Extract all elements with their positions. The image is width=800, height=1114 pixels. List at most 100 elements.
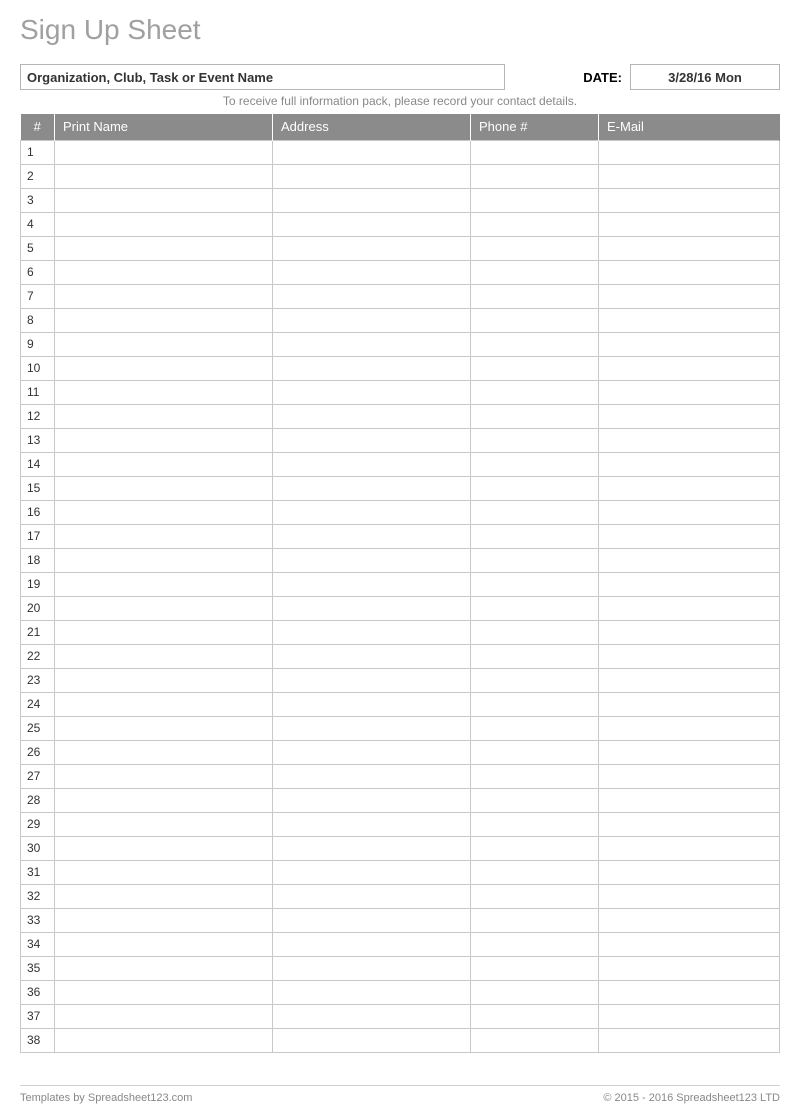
- cell-name[interactable]: [55, 980, 273, 1004]
- cell-name[interactable]: [55, 260, 273, 284]
- cell-name[interactable]: [55, 332, 273, 356]
- cell-email[interactable]: [599, 188, 780, 212]
- cell-name[interactable]: [55, 140, 273, 164]
- cell-phone[interactable]: [471, 140, 599, 164]
- cell-name[interactable]: [55, 452, 273, 476]
- cell-email[interactable]: [599, 500, 780, 524]
- cell-addr[interactable]: [273, 428, 471, 452]
- cell-addr[interactable]: [273, 836, 471, 860]
- cell-addr[interactable]: [273, 476, 471, 500]
- cell-phone[interactable]: [471, 524, 599, 548]
- cell-addr[interactable]: [273, 236, 471, 260]
- cell-name[interactable]: [55, 932, 273, 956]
- cell-email[interactable]: [599, 452, 780, 476]
- cell-email[interactable]: [599, 860, 780, 884]
- cell-phone[interactable]: [471, 572, 599, 596]
- cell-name[interactable]: [55, 404, 273, 428]
- cell-addr[interactable]: [273, 668, 471, 692]
- cell-email[interactable]: [599, 884, 780, 908]
- cell-email[interactable]: [599, 212, 780, 236]
- cell-addr[interactable]: [273, 140, 471, 164]
- cell-email[interactable]: [599, 956, 780, 980]
- cell-phone[interactable]: [471, 1028, 599, 1052]
- cell-email[interactable]: [599, 140, 780, 164]
- cell-email[interactable]: [599, 932, 780, 956]
- cell-addr[interactable]: [273, 524, 471, 548]
- cell-phone[interactable]: [471, 308, 599, 332]
- cell-email[interactable]: [599, 836, 780, 860]
- cell-email[interactable]: [599, 596, 780, 620]
- cell-phone[interactable]: [471, 428, 599, 452]
- cell-addr[interactable]: [273, 716, 471, 740]
- cell-phone[interactable]: [471, 284, 599, 308]
- cell-addr[interactable]: [273, 212, 471, 236]
- cell-email[interactable]: [599, 716, 780, 740]
- cell-phone[interactable]: [471, 716, 599, 740]
- cell-name[interactable]: [55, 812, 273, 836]
- cell-name[interactable]: [55, 1004, 273, 1028]
- cell-phone[interactable]: [471, 380, 599, 404]
- cell-phone[interactable]: [471, 692, 599, 716]
- cell-name[interactable]: [55, 692, 273, 716]
- cell-name[interactable]: [55, 716, 273, 740]
- cell-addr[interactable]: [273, 908, 471, 932]
- cell-addr[interactable]: [273, 764, 471, 788]
- cell-name[interactable]: [55, 476, 273, 500]
- cell-phone[interactable]: [471, 884, 599, 908]
- cell-email[interactable]: [599, 620, 780, 644]
- cell-name[interactable]: [55, 500, 273, 524]
- cell-phone[interactable]: [471, 500, 599, 524]
- cell-addr[interactable]: [273, 332, 471, 356]
- cell-name[interactable]: [55, 428, 273, 452]
- cell-phone[interactable]: [471, 260, 599, 284]
- cell-addr[interactable]: [273, 260, 471, 284]
- cell-addr[interactable]: [273, 404, 471, 428]
- cell-phone[interactable]: [471, 1004, 599, 1028]
- cell-name[interactable]: [55, 188, 273, 212]
- cell-addr[interactable]: [273, 860, 471, 884]
- cell-phone[interactable]: [471, 740, 599, 764]
- cell-phone[interactable]: [471, 236, 599, 260]
- cell-name[interactable]: [55, 884, 273, 908]
- cell-addr[interactable]: [273, 788, 471, 812]
- cell-phone[interactable]: [471, 476, 599, 500]
- cell-addr[interactable]: [273, 380, 471, 404]
- date-field[interactable]: 3/28/16 Mon: [630, 64, 780, 90]
- cell-name[interactable]: [55, 236, 273, 260]
- cell-email[interactable]: [599, 788, 780, 812]
- cell-phone[interactable]: [471, 932, 599, 956]
- cell-phone[interactable]: [471, 212, 599, 236]
- cell-name[interactable]: [55, 572, 273, 596]
- cell-email[interactable]: [599, 1028, 780, 1052]
- cell-addr[interactable]: [273, 452, 471, 476]
- cell-addr[interactable]: [273, 356, 471, 380]
- cell-email[interactable]: [599, 764, 780, 788]
- cell-email[interactable]: [599, 644, 780, 668]
- cell-name[interactable]: [55, 596, 273, 620]
- cell-phone[interactable]: [471, 452, 599, 476]
- cell-phone[interactable]: [471, 860, 599, 884]
- cell-addr[interactable]: [273, 1004, 471, 1028]
- cell-phone[interactable]: [471, 908, 599, 932]
- cell-email[interactable]: [599, 740, 780, 764]
- cell-addr[interactable]: [273, 740, 471, 764]
- cell-email[interactable]: [599, 692, 780, 716]
- cell-phone[interactable]: [471, 668, 599, 692]
- cell-email[interactable]: [599, 164, 780, 188]
- cell-phone[interactable]: [471, 644, 599, 668]
- cell-email[interactable]: [599, 476, 780, 500]
- cell-addr[interactable]: [273, 932, 471, 956]
- cell-email[interactable]: [599, 380, 780, 404]
- cell-email[interactable]: [599, 332, 780, 356]
- cell-addr[interactable]: [273, 572, 471, 596]
- cell-email[interactable]: [599, 356, 780, 380]
- cell-phone[interactable]: [471, 836, 599, 860]
- cell-email[interactable]: [599, 668, 780, 692]
- cell-phone[interactable]: [471, 356, 599, 380]
- cell-phone[interactable]: [471, 764, 599, 788]
- cell-email[interactable]: [599, 812, 780, 836]
- cell-name[interactable]: [55, 380, 273, 404]
- cell-phone[interactable]: [471, 164, 599, 188]
- cell-phone[interactable]: [471, 404, 599, 428]
- cell-name[interactable]: [55, 740, 273, 764]
